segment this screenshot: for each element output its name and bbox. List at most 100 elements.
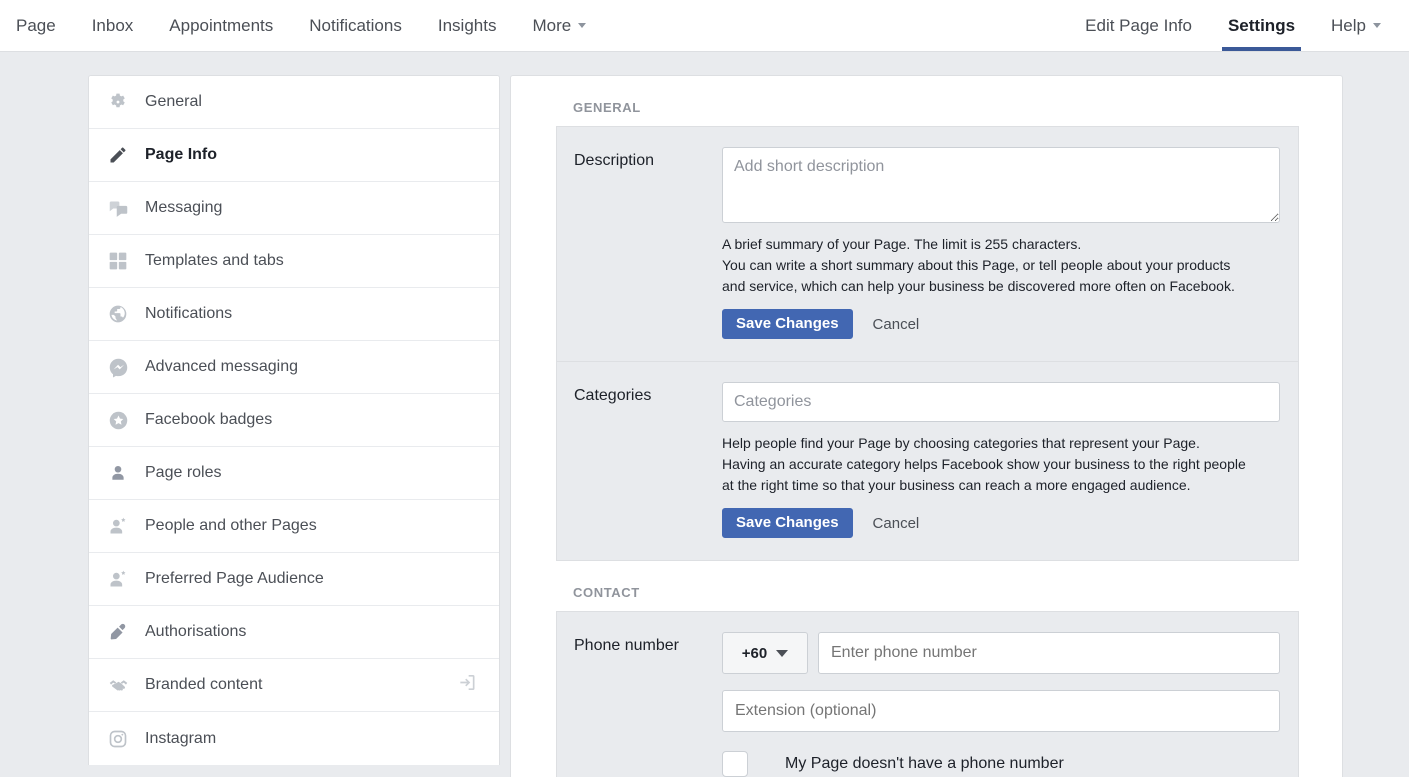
helper-line: You can write a short summary about this… — [722, 257, 1231, 273]
nav-tab-more[interactable]: More — [514, 0, 604, 51]
nav-tab-label: Settings — [1227, 15, 1296, 35]
nav-tab-help[interactable]: Help — [1313, 0, 1399, 51]
helper-line: Having an accurate category helps Facebo… — [722, 456, 1246, 472]
phone-number-body: +60 My Page doesn't have a phone number — [722, 632, 1298, 777]
top-nav-left-group: Page Inbox Appointments Notifications In… — [0, 0, 604, 51]
no-phone-checkbox[interactable] — [722, 751, 748, 777]
nav-tab-insights[interactable]: Insights — [420, 0, 515, 51]
person-star-icon — [107, 515, 129, 537]
sidebar-item-page-roles[interactable]: Page roles — [89, 447, 499, 500]
sidebar-item-label: People and other Pages — [145, 517, 317, 534]
sidebar-item-label: Notifications — [145, 305, 233, 322]
sidebar-item-page-info[interactable]: Page Info — [89, 129, 499, 182]
nav-tab-settings[interactable]: Settings — [1210, 0, 1313, 51]
nav-tab-label: Edit Page Info — [1085, 15, 1192, 35]
sidebar-item-notifications[interactable]: Notifications — [89, 288, 499, 341]
gear-icon — [107, 91, 129, 113]
nav-tab-edit-page-info[interactable]: Edit Page Info — [1069, 0, 1210, 51]
nav-tab-label: Help — [1331, 15, 1366, 35]
sidebar-item-label: Messaging — [145, 199, 223, 216]
sidebar-item-label: Page Info — [145, 146, 218, 163]
helper-line: at the right time so that your business … — [722, 477, 1191, 493]
phone-number-row: Phone number +60 My Page doesn't have a … — [557, 612, 1298, 777]
description-row: Description A brief summary of your Page… — [557, 127, 1298, 362]
description-actions: Save Changes Cancel — [722, 309, 1280, 339]
settings-sidebar: General Page Info Messaging Templates an… — [88, 75, 500, 765]
phone-input-group: +60 — [722, 632, 1280, 674]
nav-tab-label: Notifications — [309, 15, 402, 35]
contact-settings-card: Phone number +60 My Page doesn't have a … — [556, 611, 1299, 777]
categories-helper-text: Help people find your Page by choosing c… — [722, 433, 1280, 496]
chevron-down-icon — [776, 649, 789, 657]
chat-bubbles-icon — [107, 197, 129, 219]
star-badge-icon — [107, 409, 129, 431]
sidebar-item-general[interactable]: General — [89, 76, 499, 129]
helper-line: A brief summary of your Page. The limit … — [722, 236, 1082, 252]
sidebar-item-label: Facebook badges — [145, 411, 273, 428]
sidebar-item-messaging[interactable]: Messaging — [89, 182, 499, 235]
sidebar-item-label: Templates and tabs — [145, 252, 284, 269]
sidebar-item-label: Preferred Page Audience — [145, 570, 324, 587]
categories-cancel-link[interactable]: Cancel — [873, 515, 920, 532]
nav-tab-label: Page — [16, 15, 56, 35]
description-save-changes-button[interactable]: Save Changes — [722, 309, 853, 339]
key-icon — [107, 621, 129, 643]
nav-tab-label: Insights — [437, 15, 497, 35]
nav-tab-appointments[interactable]: Appointments — [151, 0, 291, 51]
helper-line: Help people find your Page by choosing c… — [722, 435, 1200, 451]
sidebar-item-branded-content[interactable]: Branded content — [89, 659, 499, 712]
sidebar-item-templates-and-tabs[interactable]: Templates and tabs — [89, 235, 499, 288]
nav-tab-label: More — [532, 15, 572, 35]
country-code-value: +60 — [741, 644, 768, 662]
sidebar-item-label: Authorisations — [145, 623, 247, 640]
sidebar-item-label: Advanced messaging — [145, 358, 298, 375]
sidebar-item-label: Branded content — [145, 676, 263, 693]
phone-number-label: Phone number — [574, 637, 679, 654]
globe-icon — [107, 303, 129, 325]
sidebar-item-label: Instagram — [145, 729, 217, 747]
top-navigation-bar: Page Inbox Appointments Notifications In… — [0, 0, 1409, 52]
nav-tab-label: Inbox — [91, 15, 134, 35]
description-cancel-link[interactable]: Cancel — [873, 316, 920, 333]
no-phone-checkbox-row: My Page doesn't have a phone number — [722, 751, 1280, 777]
sidebar-item-authorisations[interactable]: Authorisations — [89, 606, 499, 659]
categories-save-changes-button[interactable]: Save Changes — [722, 508, 853, 538]
external-link-icon[interactable] — [457, 673, 477, 698]
sidebar-item-label: Page roles — [145, 464, 222, 481]
categories-row: Categories Help people find your Page by… — [557, 362, 1298, 560]
nav-tab-notifications[interactable]: Notifications — [291, 0, 420, 51]
top-nav-right-group: Edit Page Info Settings Help — [1069, 0, 1399, 51]
sidebar-item-instagram[interactable]: Instagram — [89, 712, 499, 765]
person-icon — [107, 462, 129, 484]
description-input[interactable] — [722, 147, 1280, 223]
description-body: A brief summary of your Page. The limit … — [722, 147, 1298, 339]
phone-extension-input[interactable] — [722, 690, 1280, 732]
categories-input[interactable] — [722, 382, 1280, 422]
caret-down-icon — [578, 23, 587, 28]
helper-line: and service, which can help your busines… — [722, 278, 1235, 294]
grid-squares-icon — [107, 250, 129, 272]
sidebar-item-label: General — [145, 93, 202, 110]
instagram-icon — [107, 728, 129, 750]
sidebar-item-advanced-messaging[interactable]: Advanced messaging — [89, 341, 499, 394]
nav-tab-page[interactable]: Page — [0, 0, 74, 51]
person-star-icon — [107, 568, 129, 590]
sidebar-item-people-and-other-pages[interactable]: People and other Pages — [89, 500, 499, 553]
caret-down-icon — [1373, 23, 1381, 28]
sidebar-item-preferred-page-audience[interactable]: Preferred Page Audience — [89, 553, 499, 606]
country-code-select[interactable]: +60 — [722, 632, 808, 674]
description-helper-text: A brief summary of your Page. The limit … — [722, 234, 1280, 297]
categories-body: Help people find your Page by choosing c… — [722, 382, 1298, 538]
nav-tab-label: Appointments — [169, 15, 274, 35]
phone-number-input[interactable] — [818, 632, 1280, 674]
messenger-icon — [107, 356, 129, 378]
section-heading-contact: CONTACT — [573, 585, 640, 600]
settings-main-panel: GENERAL Description A brief summary of y… — [510, 75, 1343, 777]
categories-actions: Save Changes Cancel — [722, 508, 1280, 538]
nav-tab-inbox[interactable]: Inbox — [74, 0, 152, 51]
sidebar-item-facebook-badges[interactable]: Facebook badges — [89, 394, 499, 447]
general-settings-card: Description A brief summary of your Page… — [556, 126, 1299, 561]
section-heading-general: GENERAL — [573, 100, 641, 115]
handshake-icon — [107, 674, 129, 696]
pencil-icon — [107, 144, 129, 166]
